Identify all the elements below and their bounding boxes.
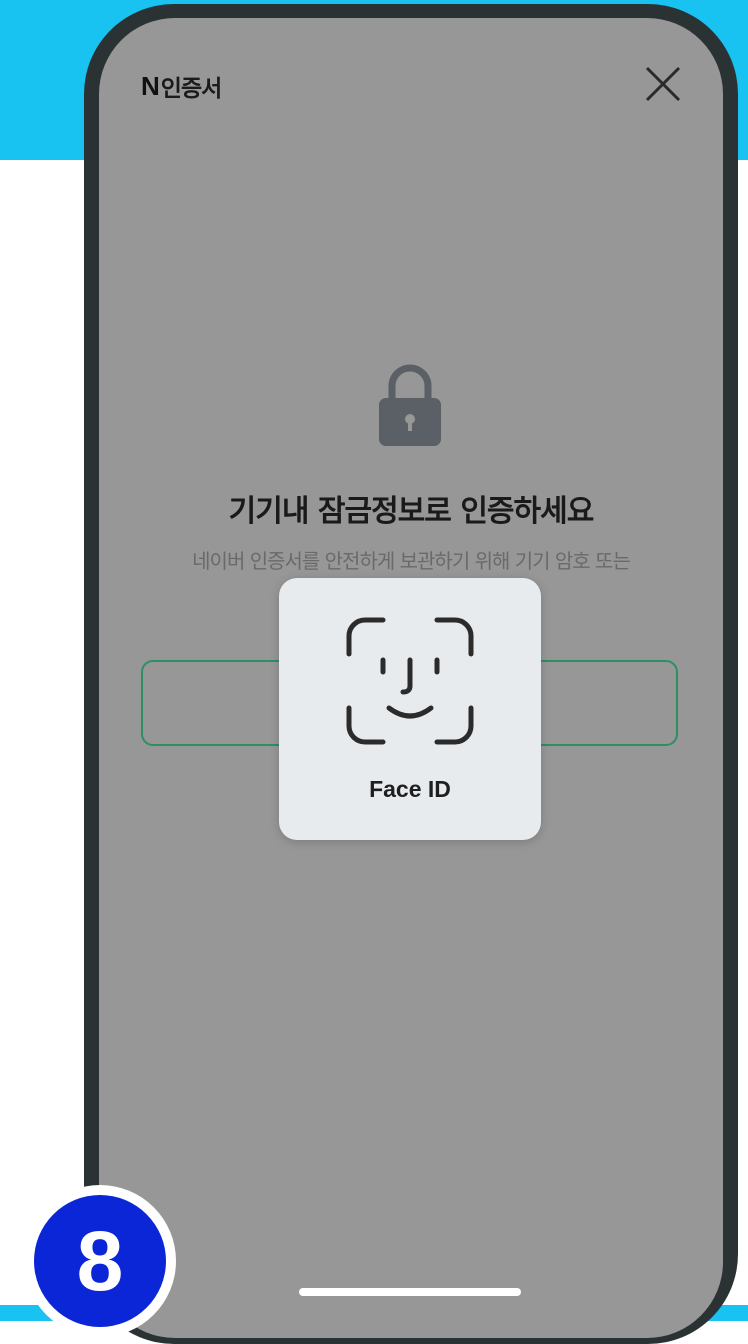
brand-logo: N 인증서 <box>141 68 222 104</box>
auth-description: 네이버 인증서를 안전하게 보관하기 위해 기기 암호 또는 <box>192 549 631 573</box>
step-number: 8 <box>34 1195 166 1327</box>
close-button[interactable] <box>641 62 685 106</box>
close-icon <box>645 66 681 102</box>
home-indicator[interactable] <box>299 1288 521 1296</box>
auth-headline: 기기내 잠금정보로 인증하세요 <box>228 494 595 529</box>
brand-title: 인증서 <box>160 76 222 102</box>
naver-logo-mark: N <box>141 70 160 101</box>
lock-icon <box>379 364 441 446</box>
face-id-icon <box>346 617 474 745</box>
step-badge: 8 <box>24 1185 176 1337</box>
face-id-label: Face ID <box>369 776 451 802</box>
phone-screen: N 인증서 기기내 잠금정보로 인증하세요 네이버 인증서를 안전하게 보관하기… <box>99 18 723 1338</box>
face-id-dialog: Face ID <box>279 578 541 840</box>
